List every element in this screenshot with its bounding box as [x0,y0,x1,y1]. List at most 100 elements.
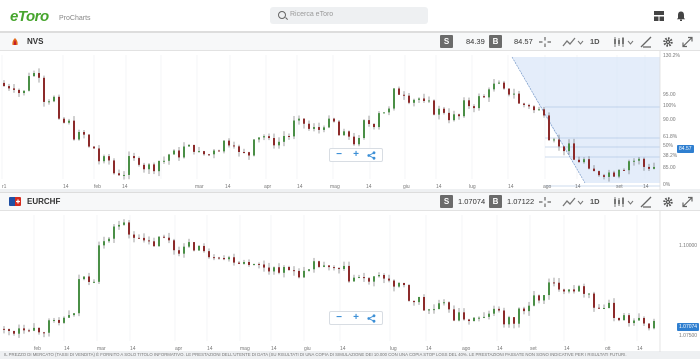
candle-body [273,138,275,146]
candle-body [518,308,520,324]
crosshair-icon[interactable] [538,36,552,48]
panel-header: NVS S 84.39 B 84.57 1D [0,33,700,51]
share-icon[interactable] [367,151,376,160]
candle-body [548,115,550,141]
candle-body [443,302,445,304]
candle-body [448,302,450,310]
candle-body [268,267,270,272]
candle-body [298,270,300,278]
timeframe-select[interactable]: 1D [590,197,600,206]
candle-body [568,289,570,292]
candle-body [643,317,645,324]
zoom-in-button[interactable]: + [347,312,365,324]
price-chart-eurchf[interactable]: 1.100001.07500feb 14 mar 14 apr 14 mag 14 giu 14 l… [0,211,700,352]
chart-type-icon[interactable] [562,196,584,208]
candle-body [463,100,465,117]
candle-body [453,309,455,321]
x-axis-label: feb [94,184,101,190]
timeframe-select[interactable]: 1D [590,37,600,46]
x-axis-label: 14 [436,184,442,190]
layout-icon[interactable] [654,11,664,21]
current-price-tag: 84.57 [677,145,694,153]
buy-button[interactable]: B [489,195,502,208]
chart-area-nvs[interactable]: 130.2% 95.00 100% 90.00 61.8% 50% 38.2% 85.00 0%… [0,51,700,192]
candle-body [603,175,605,177]
zoom-out-button[interactable]: − [330,149,348,161]
candle-body [418,296,420,303]
candle-body [8,86,10,89]
etoro-logo[interactable]: eToro [10,8,49,25]
candle-body [328,265,330,268]
chart-type-icon[interactable] [562,36,584,48]
candle-body [378,113,380,128]
x-axis-label: 14 [575,184,581,190]
candle-body [383,112,385,114]
y-axis-label: 95.00 [663,92,676,98]
candle-body [533,106,535,111]
candle-body [648,166,650,169]
sell-button[interactable]: S [440,195,453,208]
candle-body [508,88,510,95]
candle-body [363,277,365,279]
notifications-icon[interactable] [676,11,686,21]
candle-body [493,308,495,314]
candle-body [428,309,430,311]
y-axis-label: 130.2% [663,53,681,59]
candle-body [543,109,545,116]
settings-gear-icon[interactable] [662,36,674,48]
candle-body [598,307,600,309]
candle-body [393,88,395,109]
candle-body [43,77,45,102]
candle-body [388,278,390,281]
candle-body [573,289,575,292]
candle-body [593,168,595,172]
buy-button[interactable]: B [489,35,502,48]
candle-body [433,100,435,115]
candle-body [213,150,215,155]
candle-body [53,319,55,321]
candle-body [203,245,205,252]
chart-area-eurchf[interactable]: 1.10000 1.07500 feb 14 mar 14 apr 14 mag 14 giu 14 l… [0,211,700,354]
zoom-out-button[interactable]: − [330,312,348,324]
candle-body [323,127,325,130]
candle-body [228,140,230,146]
crosshair-icon[interactable] [538,196,552,208]
candle-body [368,120,370,124]
share-icon[interactable] [367,314,376,323]
x-axis-label: 14 [297,184,303,190]
candle-body [503,310,505,325]
candle-body [153,164,155,172]
settings-gear-icon[interactable] [662,196,674,208]
expand-icon[interactable] [682,196,693,208]
candle-body [303,118,305,124]
candlestick-icon[interactable] [612,36,634,48]
panel-header: EURCHF S 1.07074 B 1.07122 1D [0,193,700,211]
candle-body [73,313,75,316]
candle-body [388,108,390,113]
candle-body [583,159,585,163]
search-box[interactable]: Ricerca eToro [270,7,428,24]
candle-body [243,262,245,264]
draw-tool-icon[interactable] [640,36,652,48]
candlestick-icon[interactable] [612,196,634,208]
zoom-in-button[interactable]: + [347,149,365,161]
candle-body [18,328,20,334]
candle-body [253,263,255,265]
expand-icon[interactable] [682,36,693,48]
candle-body [338,121,340,136]
candle-body [253,139,255,156]
candle-body [38,73,40,78]
candle-body [293,270,295,272]
candle-body [158,160,160,172]
candle-body [173,240,175,251]
candle-body [578,286,580,292]
candle-body [308,123,310,129]
price-chart-nvs[interactable]: 130.2% 95.00 100% 90.00 61.8% 50% 38.2% 85.00 0%… [0,51,700,190]
draw-tool-icon[interactable] [640,196,652,208]
sell-button[interactable]: S [440,35,453,48]
candle-body [523,103,525,105]
search-input[interactable]: Ricerca eToro [290,11,333,18]
candle-body [283,267,285,273]
candle-body [603,307,605,309]
candle-body [398,88,400,95]
